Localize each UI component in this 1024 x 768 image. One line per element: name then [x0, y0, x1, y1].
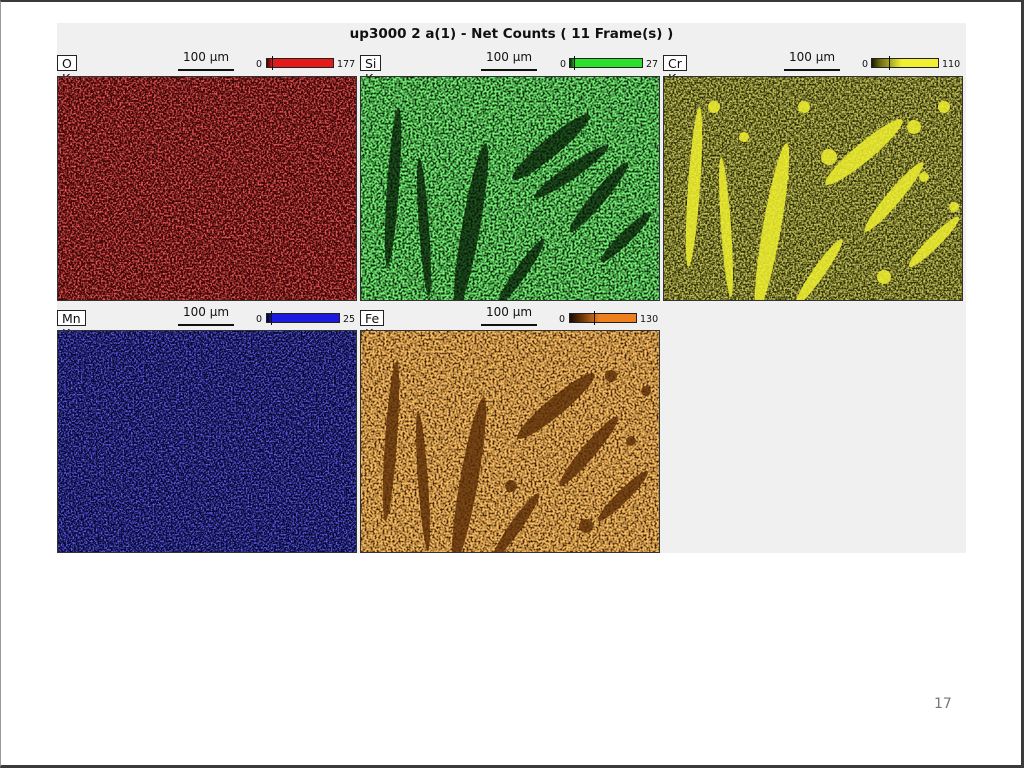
- element-label-mn: Mn K: [57, 310, 86, 341]
- colorbar-max-fe: 130: [640, 314, 659, 325]
- colorbar-marker-o: [272, 56, 273, 70]
- colorbar-mn: [266, 313, 340, 323]
- element-map-cr: [663, 76, 963, 301]
- scale-label-cr: 100 μm: [788, 50, 836, 64]
- colorbar-min-mn: 0: [256, 314, 263, 325]
- colorbar-max-si: 27: [646, 59, 659, 70]
- colorbar-min-fe: 0: [559, 314, 566, 325]
- element-map-si: [360, 76, 660, 301]
- scale-label-o: 100 μm: [182, 50, 230, 64]
- scale-bar-si: [481, 69, 537, 71]
- page-number: 17: [934, 696, 952, 712]
- colorbar-max-mn: 25: [343, 314, 356, 325]
- element-label-o: O K: [57, 55, 77, 86]
- colorbar-o: [266, 58, 334, 68]
- colorbar-min-o: 0: [256, 59, 263, 70]
- scale-label-fe: 100 μm: [485, 305, 533, 319]
- scale-bar-mn: [178, 324, 234, 326]
- colorbar-cr: [871, 58, 939, 68]
- element-map-o: [57, 76, 357, 301]
- colorbar-marker-cr: [889, 56, 890, 70]
- colorbar-marker-si: [574, 56, 575, 70]
- scale-label-si: 100 μm: [485, 50, 533, 64]
- colorbar-si: [569, 58, 643, 68]
- colorbar-marker-mn: [271, 311, 272, 325]
- element-label-fe: Fe K: [360, 310, 385, 341]
- colorbar-fe: [569, 313, 637, 323]
- colorbar-max-cr: 110: [942, 59, 961, 70]
- scale-label-mn: 100 μm: [182, 305, 230, 319]
- element-label-cr: Cr K: [663, 55, 687, 86]
- scale-bar-cr: [784, 69, 840, 71]
- element-map-mn: [57, 330, 357, 553]
- element-map-fe: [360, 330, 660, 553]
- colorbar-min-si: 0: [560, 59, 567, 70]
- map-title: up3000 2 a(1) - Net Counts ( 11 Frame(s)…: [349, 26, 674, 42]
- scale-bar-fe: [481, 324, 537, 326]
- colorbar-marker-fe: [594, 311, 595, 325]
- element-label-si: Si K: [360, 55, 382, 86]
- colorbar-max-o: 177: [337, 59, 356, 70]
- colorbar-min-cr: 0: [862, 59, 869, 70]
- scale-bar-o: [178, 69, 234, 71]
